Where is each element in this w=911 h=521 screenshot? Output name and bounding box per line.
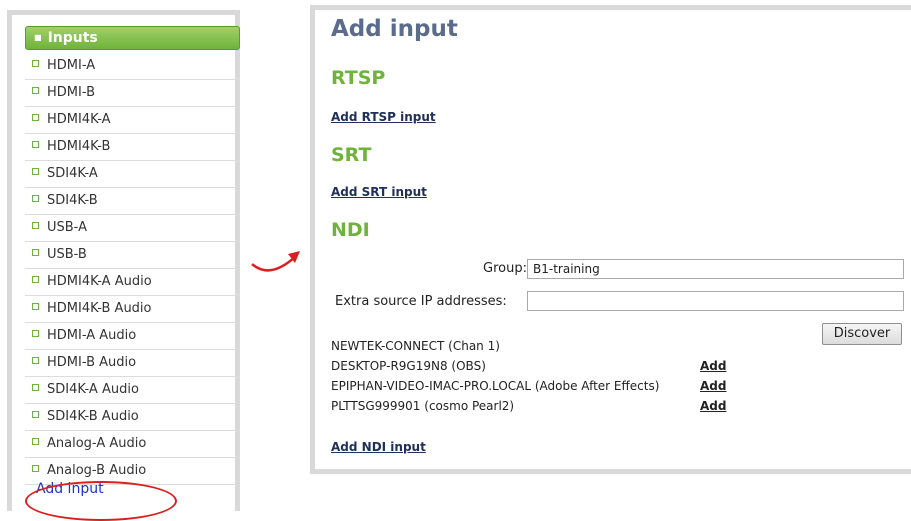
sidebar-input-item[interactable]: HDMI4K-A [25,107,240,134]
sidebar-input-item[interactable]: HDMI4K-B [25,134,240,161]
highlight-ellipse [25,481,177,521]
add-ndi-input-link[interactable]: Add NDI input [331,440,426,454]
add-srt-input-link[interactable]: Add SRT input [331,185,427,199]
sidebar-input-item[interactable]: HDMI4K-A Audio [25,269,240,296]
extra-ip-label: Extra source IP addresses: [335,294,507,309]
square-bullet-icon [32,384,39,391]
ndi-source-name: PLTTSG999901 (cosmo Pearl2) [331,399,515,413]
sidebar-input-label: HDMI-A Audio [47,328,137,343]
square-bullet-icon [32,249,39,256]
square-bullet-icon [32,357,39,364]
sidebar-input-label: USB-B [47,247,87,262]
ndi-source-add-link[interactable]: Add [700,359,726,373]
add-rtsp-input-link[interactable]: Add RTSP input [331,110,436,124]
sidebar-input-label: HDMI4K-A [47,112,111,127]
sidebar-input-item[interactable]: HDMI-A [25,53,240,80]
square-bullet-icon [32,465,39,472]
square-bullet-icon [32,222,39,229]
inputs-sidebar: ■ Inputs HDMI-A HDMI-B HDMI4K-A HDMI4K-B SDI4… [7,10,240,521]
square-bullet-icon [32,195,39,202]
sidebar-input-item[interactable]: SDI4K-A [25,161,240,188]
sidebar-input-item[interactable]: HDMI4K-B Audio [25,296,240,323]
sidebar-input-label: SDI4K-B [47,193,98,208]
sidebar-input-label: Analog-B Audio [47,463,147,478]
square-bullet-icon [32,438,39,445]
sidebar-input-item[interactable]: SDI4K-B [25,188,240,215]
ndi-source-add-link[interactable]: Add [700,399,726,413]
sidebar-input-label: SDI4K-A [47,166,98,181]
square-bullet-icon [32,60,39,67]
ndi-source-name: DESKTOP-R9G19N8 (OBS) [331,359,486,373]
discover-button[interactable]: Discover [822,323,902,345]
sidebar-input-label: HDMI4K-B Audio [47,301,152,316]
sidebar-input-item[interactable]: HDMI-B Audio [25,350,240,377]
sidebar-input-label: Analog-A Audio [47,436,147,451]
square-bullet-icon [32,87,39,94]
square-bullet-icon [32,330,39,337]
square-bullet-icon [32,276,39,283]
square-bullet-icon [32,141,39,148]
srt-heading: SRT [331,144,372,166]
sidebar-input-item[interactable]: SDI4K-A Audio [25,377,240,404]
group-input[interactable]: B1-training [527,259,904,279]
sidebar-input-item[interactable]: Analog-A Audio [25,431,240,458]
sidebar-input-label: SDI4K-B Audio [47,409,139,424]
square-bullet-icon [32,114,39,121]
header-bullet-icon: ■ [34,33,42,42]
sidebar-input-item[interactable]: HDMI-A Audio [25,323,240,350]
sidebar-input-label: HDMI-A [47,58,96,73]
sidebar-input-label: HDMI-B Audio [47,355,137,370]
sidebar-input-label: USB-A [47,220,87,235]
sidebar-input-label: HDMI4K-B [47,139,111,154]
square-bullet-icon [32,411,39,418]
extra-ip-input[interactable] [527,291,904,311]
page-title: Add input [331,16,458,42]
square-bullet-icon [32,303,39,310]
inputs-header[interactable]: ■ Inputs [25,26,240,50]
square-bullet-icon [32,168,39,175]
inputs-header-label: Inputs [47,30,98,46]
group-label: Group: [483,261,527,276]
sidebar-input-label: HDMI4K-A Audio [47,274,152,289]
sidebar-input-item[interactable]: HDMI-B [25,80,240,107]
ndi-source-add-link[interactable]: Add [700,379,726,393]
sidebar-input-label: HDMI-B [47,85,95,100]
sidebar-input-item[interactable]: USB-A [25,215,240,242]
sidebar-input-item[interactable]: SDI4K-B Audio [25,404,240,431]
curved-arrow-icon [251,251,300,272]
ndi-source-name: EPIPHAN-VIDEO-IMAC-PRO.LOCAL (Adobe Afte… [331,379,660,393]
rtsp-heading: RTSP [331,67,386,89]
sidebar-input-item[interactable]: USB-B [25,242,240,269]
ndi-source-name: NEWTEK-CONNECT (Chan 1) [331,339,500,353]
sidebar-input-label: SDI4K-A Audio [47,382,139,397]
ndi-heading: NDI [331,219,370,241]
add-input-panel: Add input RTSP Add RTSP input SRT Add SR… [310,5,911,474]
